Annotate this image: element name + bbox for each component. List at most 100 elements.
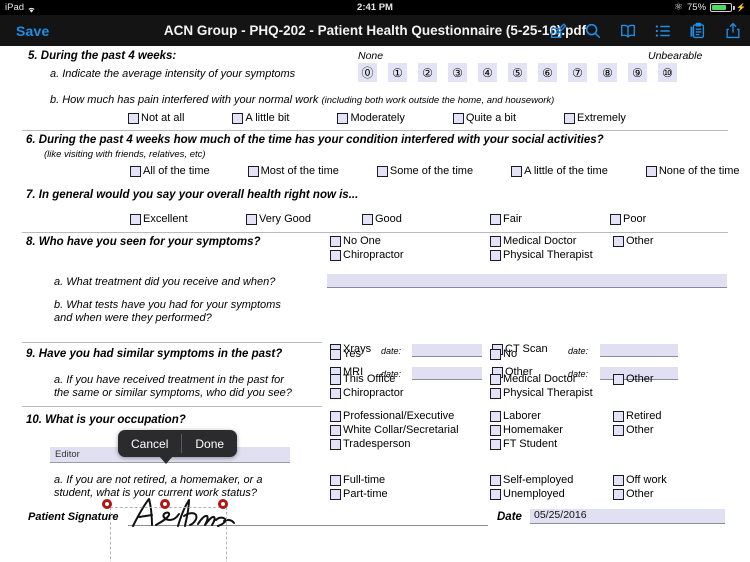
- q10a-option-full-time[interactable]: Full-time: [330, 474, 388, 486]
- done-button[interactable]: Done: [182, 430, 237, 457]
- q7-option-poor[interactable]: Poor: [610, 213, 646, 225]
- scale-option-8[interactable]: ⑧: [598, 63, 617, 82]
- checkbox[interactable]: [330, 424, 341, 436]
- scale-option-0[interactable]: ⓪: [358, 63, 377, 82]
- checkbox[interactable]: [330, 474, 341, 486]
- bookmarks-icon[interactable]: [619, 22, 637, 40]
- checkbox[interactable]: [613, 373, 624, 385]
- q6-option-most-of-the-time[interactable]: Most of the time: [247, 165, 339, 177]
- checkbox[interactable]: [490, 387, 501, 399]
- q8-option-physical-therapist[interactable]: Physical Therapist: [490, 249, 593, 261]
- checkbox[interactable]: [330, 488, 341, 500]
- checkbox[interactable]: [613, 424, 624, 436]
- checkbox[interactable]: [490, 424, 501, 436]
- q9a-option-physical-therapist[interactable]: Physical Therapist: [490, 387, 593, 399]
- checkbox[interactable]: [376, 165, 388, 177]
- q9a-option-this-office[interactable]: This Office: [330, 373, 404, 385]
- q6-option-some-of-the-time[interactable]: Some of the time: [376, 165, 473, 177]
- checkbox[interactable]: [330, 387, 341, 399]
- checkbox[interactable]: [247, 165, 259, 177]
- q10-option-homemaker[interactable]: Homemaker: [490, 424, 563, 436]
- q8-option-other[interactable]: Other: [613, 235, 654, 247]
- checkbox[interactable]: [613, 410, 624, 422]
- checkbox[interactable]: [613, 474, 624, 486]
- q8-option-no-one[interactable]: No One: [330, 235, 404, 247]
- checkbox[interactable]: [490, 438, 501, 450]
- q7-option-good[interactable]: Good: [362, 213, 402, 225]
- q10a-option-unemployed[interactable]: Unemployed: [490, 488, 573, 500]
- scale-option-10[interactable]: ⑩: [658, 63, 677, 82]
- scale-option-9[interactable]: ⑨: [628, 63, 647, 82]
- checkbox[interactable]: [490, 348, 501, 360]
- q6-option-a-little-of-the-time[interactable]: A little of the time: [511, 165, 608, 177]
- q10a-option-part-time[interactable]: Part-time: [330, 488, 388, 500]
- scale-option-2[interactable]: ②: [418, 63, 437, 82]
- q9a-option-chiropractor[interactable]: Chiropractor: [330, 387, 404, 399]
- scale-option-4[interactable]: ④: [478, 63, 497, 82]
- checkbox[interactable]: [613, 488, 624, 500]
- date-input[interactable]: 05/25/2016: [530, 509, 725, 524]
- q10a-option-other[interactable]: Other: [613, 488, 667, 500]
- q10a-option-self-employed[interactable]: Self-employed: [490, 474, 573, 486]
- q10a-option-off-work[interactable]: Off work: [613, 474, 667, 486]
- checkbox[interactable]: [330, 348, 341, 360]
- checkbox[interactable]: [330, 438, 341, 450]
- checkbox[interactable]: [330, 373, 341, 385]
- q9a-option-medical-doctor[interactable]: Medical Doctor: [490, 373, 593, 385]
- q5b-option-quite-a-bit[interactable]: Quite a bit: [452, 112, 516, 124]
- q7-option-very-good[interactable]: Very Good: [246, 213, 311, 225]
- q5b-option-not-at-all[interactable]: Not at all: [128, 112, 184, 124]
- q5b-option-extremely[interactable]: Extremely: [564, 112, 626, 124]
- checkbox[interactable]: [490, 410, 501, 422]
- checkbox[interactable]: [490, 373, 501, 385]
- checkbox[interactable]: [490, 474, 501, 486]
- q10-option-white-collar-secretarial[interactable]: White Collar/Secretarial: [330, 424, 459, 436]
- q10-option-other[interactable]: Other: [613, 424, 661, 436]
- checkbox[interactable]: [128, 112, 139, 124]
- q6-option-none-of-the-time[interactable]: None of the time: [645, 165, 740, 177]
- cancel-button[interactable]: Cancel: [118, 430, 181, 457]
- checkbox[interactable]: [330, 235, 341, 247]
- q10-option-laborer[interactable]: Laborer: [490, 410, 563, 422]
- q9-option-yes[interactable]: Yes: [330, 348, 361, 360]
- checkbox[interactable]: [362, 213, 373, 225]
- checkbox[interactable]: [564, 112, 576, 124]
- q7-option-fair[interactable]: Fair: [490, 213, 522, 225]
- checkbox[interactable]: [613, 235, 624, 247]
- checkbox[interactable]: [511, 165, 523, 177]
- search-icon[interactable]: [584, 22, 602, 40]
- resize-handle-top-left[interactable]: [102, 499, 112, 509]
- scale-option-1[interactable]: ①: [388, 63, 407, 82]
- checkbox[interactable]: [130, 213, 141, 225]
- checkbox[interactable]: [645, 165, 657, 177]
- compose-icon[interactable]: [549, 22, 567, 40]
- checkbox[interactable]: [490, 213, 501, 225]
- resize-handle-top-right[interactable]: [218, 499, 228, 509]
- scale-option-6[interactable]: ⑥: [538, 63, 557, 82]
- checkbox[interactable]: [130, 165, 141, 177]
- checkbox[interactable]: [330, 410, 341, 422]
- q9-option-no[interactable]: No: [490, 348, 517, 360]
- list-icon[interactable]: [654, 22, 672, 40]
- save-button[interactable]: Save: [16, 23, 50, 39]
- q5b-option-a-little-bit[interactable]: A little bit: [232, 112, 289, 124]
- q10-option-professional-executive[interactable]: Professional/Executive: [330, 410, 459, 422]
- scale-option-3[interactable]: ③: [448, 63, 467, 82]
- checkbox[interactable]: [330, 249, 341, 261]
- share-icon[interactable]: [724, 22, 742, 40]
- checkbox[interactable]: [490, 235, 501, 247]
- q10-option-ft-student[interactable]: FT Student: [490, 438, 563, 450]
- checkbox[interactable]: [337, 112, 349, 124]
- clipboard-icon[interactable]: [689, 22, 707, 40]
- q8-option-chiropractor[interactable]: Chiropractor: [330, 249, 404, 261]
- q8b-date-input-ctscan[interactable]: [600, 344, 678, 357]
- checkbox[interactable]: [246, 213, 257, 225]
- resize-handle-top-center[interactable]: [160, 499, 170, 509]
- q6-option-all-of-the-time[interactable]: All of the time: [130, 165, 210, 177]
- checkbox[interactable]: [232, 112, 244, 124]
- q8-option-medical-doctor[interactable]: Medical Doctor: [490, 235, 593, 247]
- checkbox[interactable]: [452, 112, 464, 124]
- q7-option-excellent[interactable]: Excellent: [130, 213, 188, 225]
- checkbox[interactable]: [490, 488, 501, 500]
- scale-option-7[interactable]: ⑦: [568, 63, 587, 82]
